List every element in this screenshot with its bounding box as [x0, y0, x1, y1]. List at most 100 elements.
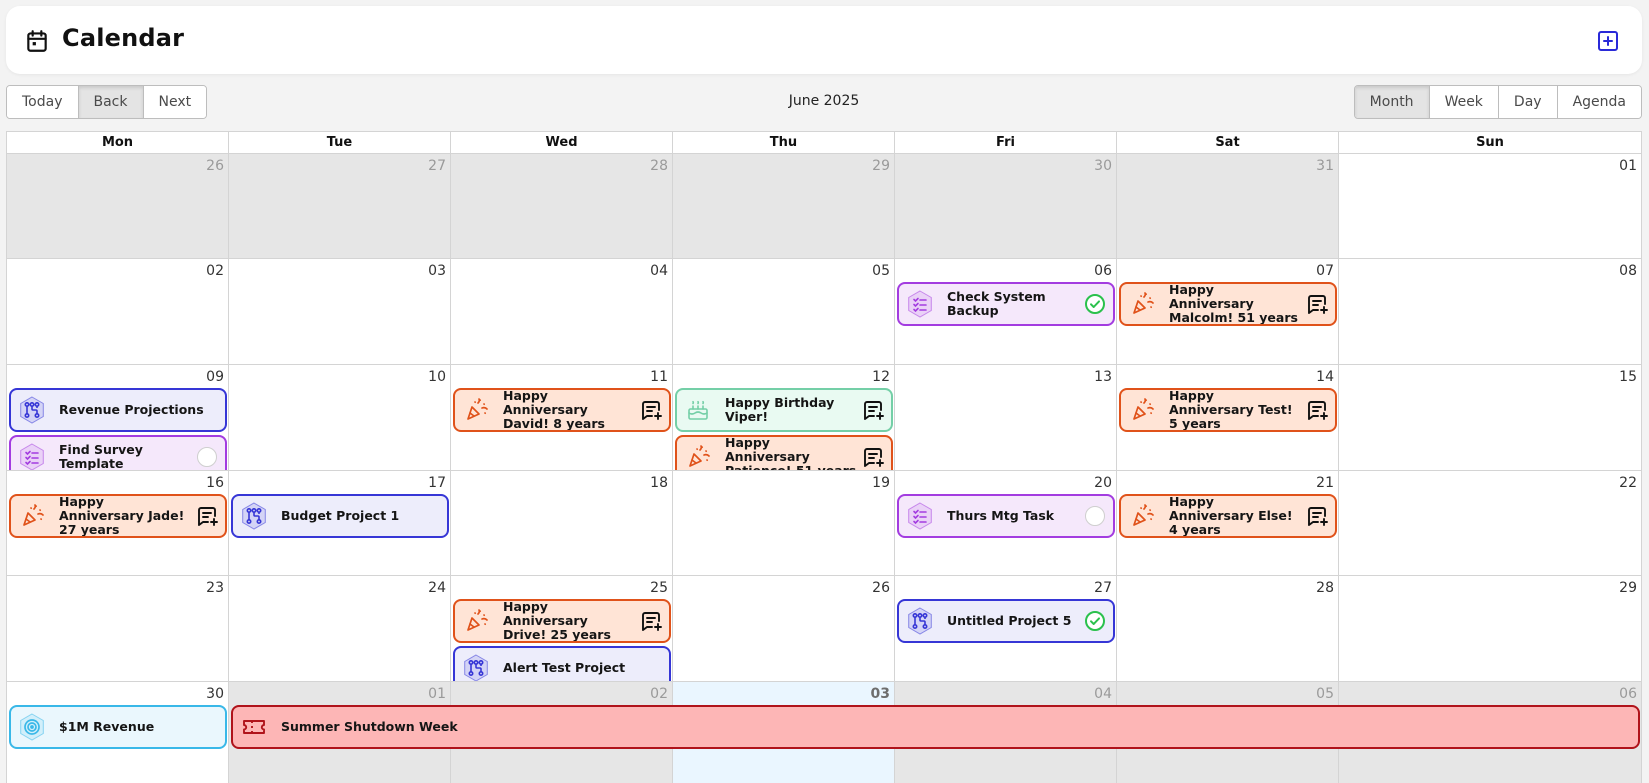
day-number[interactable]: 09 [206, 369, 224, 385]
day-cell[interactable]: 31 [1117, 154, 1339, 259]
day-number[interactable]: 08 [1619, 263, 1637, 279]
day-number[interactable]: 31 [1316, 158, 1334, 174]
day-number[interactable]: 10 [428, 369, 446, 385]
day-number[interactable]: 19 [872, 475, 890, 491]
day-cell[interactable]: 26 [7, 154, 229, 259]
day-cell[interactable]: 28 [1117, 576, 1339, 682]
day-number[interactable]: 15 [1619, 369, 1637, 385]
day-number[interactable]: 06 [1619, 686, 1637, 702]
view-day-button[interactable]: Day [1498, 86, 1558, 118]
message-plus-icon[interactable] [639, 398, 663, 422]
day-number[interactable]: 17 [428, 475, 446, 491]
event-anniversary[interactable]: Happy Anniversary Patience! 51 years [675, 435, 893, 470]
message-plus-icon[interactable] [1305, 398, 1329, 422]
day-cell[interactable]: 13 [895, 365, 1117, 471]
view-agenda-button[interactable]: Agenda [1557, 86, 1641, 118]
event-clip: Find Survey Template [7, 387, 229, 470]
day-number[interactable]: 26 [872, 580, 890, 596]
day-number[interactable]: 03 [871, 686, 890, 702]
day-number[interactable]: 28 [1316, 580, 1334, 596]
day-number[interactable]: 28 [650, 158, 668, 174]
event-goal[interactable]: $1M Revenue [9, 705, 227, 749]
day-number[interactable]: 02 [206, 263, 224, 279]
event-task[interactable]: Find Survey Template [9, 435, 227, 470]
day-cell[interactable]: 24 [229, 576, 451, 682]
day-number[interactable]: 27 [1094, 580, 1112, 596]
event-project[interactable]: Alert Test Project [453, 646, 671, 681]
day-number[interactable]: 05 [872, 263, 890, 279]
event-anniversary[interactable]: Happy Anniversary Test! 5 years [1119, 388, 1337, 432]
event-holiday[interactable]: Summer Shutdown Week [231, 705, 1640, 749]
event-project[interactable]: Untitled Project 5 [897, 599, 1115, 643]
event-anniversary[interactable]: Happy Anniversary Else! 4 years [1119, 494, 1337, 538]
message-plus-icon[interactable] [195, 504, 219, 528]
event-anniversary[interactable]: Happy Anniversary Malcolm! 51 years [1119, 282, 1337, 326]
day-number[interactable]: 30 [1094, 158, 1112, 174]
back-button[interactable]: Back [78, 86, 144, 118]
day-number[interactable]: 13 [1094, 369, 1112, 385]
day-number[interactable]: 04 [650, 263, 668, 279]
day-number[interactable]: 11 [650, 369, 668, 385]
day-cell[interactable]: 19 [673, 471, 895, 576]
day-cell[interactable]: 28 [451, 154, 673, 259]
day-cell[interactable]: 02 [7, 259, 229, 365]
day-number[interactable]: 26 [206, 158, 224, 174]
day-cell[interactable]: 29 [673, 154, 895, 259]
message-plus-icon[interactable] [1305, 292, 1329, 316]
day-number[interactable]: 21 [1316, 475, 1334, 491]
day-number[interactable]: 18 [650, 475, 668, 491]
day-cell[interactable]: 26 [673, 576, 895, 682]
day-cell[interactable]: 27 [229, 154, 451, 259]
day-number[interactable]: 01 [1619, 158, 1637, 174]
check-done-icon[interactable] [1083, 292, 1107, 316]
event-task[interactable]: Thurs Mtg Task [897, 494, 1115, 538]
day-number[interactable]: 20 [1094, 475, 1112, 491]
view-week-button[interactable]: Week [1429, 86, 1499, 118]
day-cell[interactable]: 05 [673, 259, 895, 365]
day-number[interactable]: 16 [206, 475, 224, 491]
day-cell[interactable]: 04 [451, 259, 673, 365]
check-empty-icon[interactable] [195, 445, 219, 469]
calendar-icon [27, 30, 47, 52]
day-number[interactable]: 07 [1316, 263, 1334, 279]
day-number[interactable]: 22 [1619, 475, 1637, 491]
day-number[interactable]: 02 [650, 686, 668, 702]
day-cell[interactable]: 15 [1339, 365, 1642, 471]
day-cell[interactable]: 01 [1339, 154, 1642, 259]
day-number[interactable]: 06 [1094, 263, 1112, 279]
day-number[interactable]: 29 [1619, 580, 1637, 596]
event-project[interactable]: Budget Project 1 [231, 494, 449, 538]
day-number[interactable]: 01 [428, 686, 446, 702]
day-number[interactable]: 29 [872, 158, 890, 174]
message-plus-icon[interactable] [1305, 504, 1329, 528]
day-number[interactable]: 12 [872, 369, 890, 385]
next-button[interactable]: Next [143, 86, 207, 118]
today-button[interactable]: Today [7, 86, 79, 118]
day-cell[interactable]: 22 [1339, 471, 1642, 576]
day-number[interactable]: 30 [206, 686, 224, 702]
day-cell[interactable]: 29 [1339, 576, 1642, 682]
event-title: Happy Anniversary Test! 5 years [1169, 388, 1293, 431]
message-plus-icon[interactable] [861, 445, 885, 469]
day-number[interactable]: 03 [428, 263, 446, 279]
day-number[interactable]: 05 [1316, 686, 1334, 702]
day-cell[interactable]: 30 [895, 154, 1117, 259]
check-empty-icon[interactable] [1083, 504, 1107, 528]
day-cell[interactable]: 23 [7, 576, 229, 682]
day-cell[interactable]: 10 [229, 365, 451, 471]
day-cell[interactable]: 08 [1339, 259, 1642, 365]
day-number[interactable]: 14 [1316, 369, 1334, 385]
day-number[interactable]: 24 [428, 580, 446, 596]
view-month-button[interactable]: Month [1354, 86, 1430, 118]
event-anniversary[interactable]: Happy Anniversary David! 8 years [453, 388, 671, 432]
event-task[interactable]: Check System Backup [897, 282, 1115, 326]
day-cell[interactable]: 18 [451, 471, 673, 576]
event-anniversary[interactable]: Happy Anniversary Jade! 27 years [9, 494, 227, 538]
add-event-button[interactable] [1596, 29, 1620, 53]
day-number[interactable]: 23 [206, 580, 224, 596]
day-number[interactable]: 27 [428, 158, 446, 174]
day-number[interactable]: 25 [650, 580, 668, 596]
day-cell[interactable]: 03 [229, 259, 451, 365]
day-number[interactable]: 04 [1094, 686, 1112, 702]
check-done-icon[interactable] [1083, 609, 1107, 633]
